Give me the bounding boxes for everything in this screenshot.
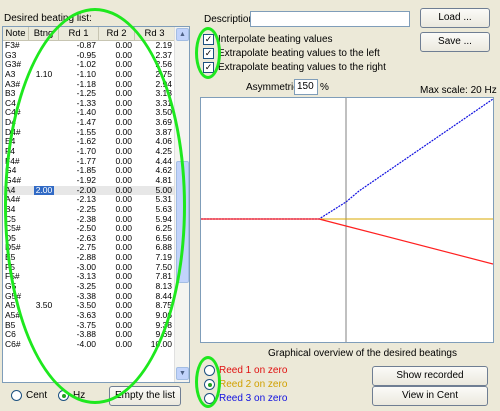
col-note-header[interactable]: Note xyxy=(3,27,29,41)
reed1-line xyxy=(201,218,494,265)
graph-caption: Graphical overview of the desired beatin… xyxy=(268,348,457,359)
load-button[interactable]: Load ... xyxy=(420,8,490,28)
note-cell: G3 xyxy=(5,50,17,60)
reed2-label: Reed 2 on zero xyxy=(219,379,288,390)
reed3-line xyxy=(201,98,494,220)
scroll-up-icon[interactable]: ▲ xyxy=(176,28,189,41)
show-recorded-button[interactable]: Show recorded xyxy=(372,366,488,386)
asymmetricity-unit: % xyxy=(320,82,329,93)
extrapolate-left-label: Extrapolate beating values to the left xyxy=(218,48,380,59)
note-cell: G3# xyxy=(5,60,22,70)
unit-cent-radio[interactable] xyxy=(11,390,22,401)
beating-editor-window: Desired beating list: Note Btng Rd 1 Rd … xyxy=(0,0,500,411)
interpolate-label: Interpolate beating values xyxy=(218,34,333,45)
beating-graph xyxy=(200,97,494,343)
beating-graph-canvas xyxy=(201,98,494,342)
description-input[interactable] xyxy=(250,11,410,27)
highlight-checkbox-oval xyxy=(195,27,221,79)
asymmetricity-input[interactable]: 150 xyxy=(294,79,318,95)
highlight-table-oval xyxy=(4,8,186,404)
highlight-radio-oval xyxy=(195,356,221,408)
description-label: Description: xyxy=(204,14,257,25)
scroll-down-icon[interactable]: ▼ xyxy=(176,367,189,380)
extrapolate-right-label: Extrapolate beating values to the right xyxy=(218,62,386,73)
reed1-label: Reed 1 on zero xyxy=(219,365,288,376)
note-cell: F3# xyxy=(5,41,20,50)
max-scale-label: Max scale: 20 Hz xyxy=(420,85,497,96)
unit-cent-label: Cent xyxy=(26,390,48,401)
view-in-cent-button[interactable]: View in Cent xyxy=(372,386,488,406)
reed3-label: Reed 3 on zero xyxy=(219,393,288,404)
note-cell: C6# xyxy=(5,339,21,349)
save-button[interactable]: Save ... xyxy=(420,32,490,52)
